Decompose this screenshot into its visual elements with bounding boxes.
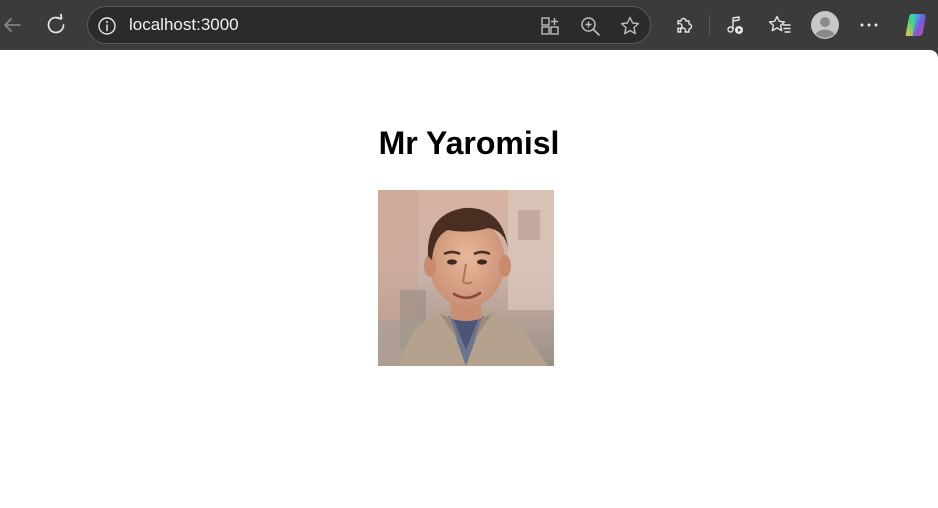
profile-avatar-icon bbox=[811, 11, 839, 39]
profile-button[interactable] bbox=[809, 9, 841, 41]
page-heading: Mr Yaromisl bbox=[378, 125, 560, 161]
url-text[interactable]: localhost:3000 bbox=[129, 15, 239, 35]
back-button[interactable] bbox=[0, 9, 28, 41]
profile-photo bbox=[378, 190, 554, 366]
favorites-icon bbox=[768, 15, 791, 33]
copilot-button[interactable] bbox=[900, 9, 932, 41]
extensions-button[interactable] bbox=[668, 9, 700, 41]
zoom-icon[interactable] bbox=[578, 14, 602, 38]
split-screen-icon[interactable] bbox=[538, 14, 562, 38]
browser-toolbar: localhost:3000 bbox=[0, 0, 938, 50]
favorites-button[interactable] bbox=[764, 9, 796, 41]
page-content: Mr Yaromisl bbox=[0, 50, 938, 508]
media-control-button[interactable] bbox=[719, 9, 751, 41]
favorite-star-icon[interactable] bbox=[618, 14, 642, 38]
more-button[interactable] bbox=[853, 9, 885, 41]
back-icon bbox=[4, 18, 21, 32]
copilot-icon bbox=[905, 14, 926, 36]
refresh-icon bbox=[47, 13, 65, 34]
site-info-icon[interactable] bbox=[97, 16, 117, 36]
media-control-icon bbox=[727, 16, 743, 34]
more-icon bbox=[860, 23, 878, 27]
address-bar[interactable]: localhost:3000 bbox=[87, 6, 651, 44]
refresh-button[interactable] bbox=[40, 9, 72, 41]
toolbar-divider bbox=[709, 15, 710, 35]
extensions-icon bbox=[677, 17, 693, 33]
